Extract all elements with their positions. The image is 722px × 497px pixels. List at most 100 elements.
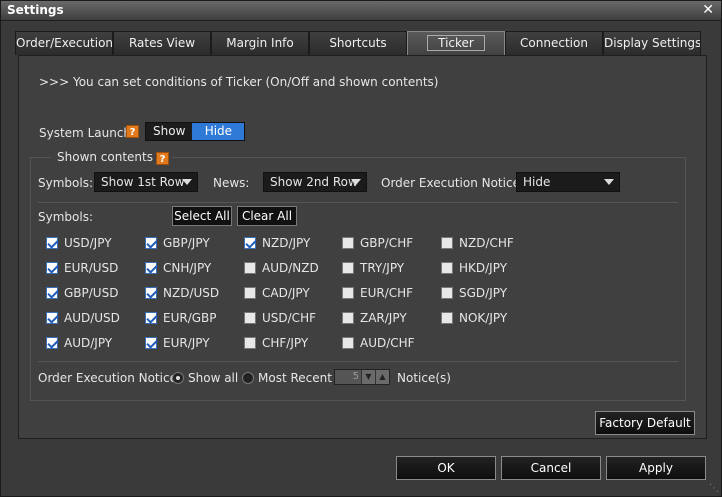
symbol-checkbox[interactable]: EUR/CHF	[342, 286, 413, 302]
tab-rates-view[interactable]: Rates View	[113, 31, 211, 55]
symbol-label: ZAR/JPY	[360, 311, 407, 325]
system-launch-label: System Launch:	[39, 126, 136, 140]
checkbox-unchecked-icon	[342, 262, 354, 274]
symbol-checkbox[interactable]: CHF/JPY	[244, 336, 308, 352]
checkbox-checked-icon	[46, 237, 58, 249]
tab-order-execution[interactable]: Order/Execution	[15, 31, 113, 55]
ok-button[interactable]: OK	[396, 456, 496, 480]
shown-contents-group: Shown contents ? Symbols: Show 1st Row N…	[30, 150, 686, 401]
close-icon[interactable]: ✕	[702, 2, 714, 18]
checkbox-unchecked-icon	[244, 287, 256, 299]
checkbox-unchecked-icon	[441, 237, 453, 249]
checkbox-unchecked-icon	[441, 312, 453, 324]
checkbox-checked-icon	[46, 287, 58, 299]
symbol-checkbox[interactable]: CAD/JPY	[244, 286, 310, 302]
symbol-label: AUD/JPY	[64, 336, 113, 350]
checkbox-checked-icon	[145, 287, 157, 299]
symbol-label: USD/JPY	[64, 236, 112, 250]
symbol-checkbox[interactable]: EUR/GBP	[145, 311, 217, 327]
symbol-checkbox[interactable]: GBP/JPY	[145, 236, 210, 252]
symbol-checkbox[interactable]: AUD/USD	[46, 311, 120, 327]
clear-all-button[interactable]: Clear All	[237, 206, 297, 226]
resize-grip-icon[interactable]: ⋱	[709, 483, 719, 494]
title-bar[interactable]: Settings ✕	[1, 1, 721, 21]
symbols-list-label: Symbols:	[38, 210, 93, 224]
tab-shortcuts[interactable]: Shortcuts	[309, 31, 407, 55]
symbol-checkbox[interactable]: NZD/JPY	[244, 236, 310, 252]
symbol-checkbox[interactable]: HKD/JPY	[441, 261, 507, 277]
launch-show-option[interactable]: Show	[146, 123, 193, 140]
window-title: Settings	[7, 3, 64, 17]
notice-count-value: 5	[335, 370, 361, 384]
symbols-row-dropdown[interactable]: Show 1st Row	[94, 172, 198, 192]
tab-display-settings[interactable]: Display Settings	[603, 31, 701, 55]
order-notice-dropdown[interactable]: Hide	[516, 172, 620, 192]
symbol-checkbox[interactable]: NOK/JPY	[441, 311, 507, 327]
symbol-label: CNH/JPY	[163, 261, 212, 275]
help-icon[interactable]: ?	[126, 125, 139, 138]
factory-default-button[interactable]: Factory Default	[595, 411, 695, 435]
apply-button[interactable]: Apply	[606, 456, 706, 480]
tab-connection[interactable]: Connection	[505, 31, 603, 55]
symbol-checkbox[interactable]: GBP/USD	[46, 286, 118, 302]
symbol-checkbox[interactable]: EUR/JPY	[145, 336, 210, 352]
news-row-value: Show 2nd Row	[270, 175, 358, 189]
most-recent-radio[interactable]: Most Recent	[242, 371, 332, 385]
symbol-checkbox[interactable]: AUD/NZD	[244, 261, 319, 277]
symbol-checkbox[interactable]: SGD/JPY	[441, 286, 507, 302]
symbol-checkbox[interactable]: USD/CHF	[244, 311, 316, 327]
notice-count-stepper[interactable]: 5 ▼ ▲	[334, 369, 390, 385]
symbol-checkbox[interactable]: NZD/CHF	[441, 236, 514, 252]
chevron-down-icon	[351, 179, 361, 185]
symbol-checkbox[interactable]: USD/JPY	[46, 236, 112, 252]
chevron-down-icon[interactable]: ▼	[361, 370, 375, 384]
ticker-panel: >>> You can set conditions of Ticker (On…	[18, 55, 707, 439]
symbols-row-value: Show 1st Row	[101, 175, 185, 189]
symbol-checkbox[interactable]: AUD/CHF	[342, 336, 415, 352]
intro-text: >>> You can set conditions of Ticker (On…	[39, 75, 439, 89]
checkbox-unchecked-icon	[342, 312, 354, 324]
checkbox-unchecked-icon	[441, 287, 453, 299]
symbol-checkbox[interactable]: EUR/USD	[46, 261, 118, 277]
chevron-down-icon	[182, 179, 192, 185]
symbol-checkbox[interactable]: CNH/JPY	[145, 261, 211, 277]
chevron-up-icon[interactable]: ▲	[375, 370, 389, 384]
symbol-checkbox[interactable]: TRY/JPY	[342, 261, 404, 277]
symbol-label: NOK/JPY	[459, 311, 508, 325]
select-all-button[interactable]: Select All	[172, 206, 232, 226]
news-label: News:	[213, 176, 250, 190]
symbol-label: HKD/JPY	[459, 261, 508, 275]
show-all-radio[interactable]: Show all	[172, 371, 238, 385]
symbol-checkbox[interactable]: NZD/USD	[145, 286, 219, 302]
news-row-dropdown[interactable]: Show 2nd Row	[263, 172, 367, 192]
system-launch-toggle: Show Hide	[145, 122, 246, 141]
symbol-label: NZD/JPY	[262, 236, 311, 250]
help-icon[interactable]: ?	[156, 152, 169, 165]
symbol-label: NZD/CHF	[459, 236, 514, 250]
checkbox-checked-icon	[145, 262, 157, 274]
symbol-checkbox[interactable]: ZAR/JPY	[342, 311, 407, 327]
checkbox-unchecked-icon	[244, 337, 256, 349]
checkbox-checked-icon	[46, 337, 58, 349]
tab-margin-info[interactable]: Margin Info	[211, 31, 309, 55]
cancel-button[interactable]: Cancel	[501, 456, 601, 480]
checkbox-unchecked-icon	[244, 312, 256, 324]
symbol-label: EUR/USD	[64, 261, 119, 275]
radio-selected-icon	[172, 372, 184, 384]
symbol-label: SGD/JPY	[459, 286, 508, 300]
symbol-label: GBP/USD	[64, 286, 119, 300]
symbol-label: TRY/JPY	[360, 261, 405, 275]
symbol-label: AUD/USD	[64, 311, 120, 325]
checkbox-checked-icon	[145, 312, 157, 324]
symbol-checkbox[interactable]: AUD/JPY	[46, 336, 112, 352]
symbol-label: CHF/JPY	[262, 336, 309, 350]
launch-hide-option[interactable]: Hide	[192, 123, 245, 140]
order-notice-label: Order Execution Notice:	[381, 176, 524, 190]
symbol-label: GBP/JPY	[163, 236, 210, 250]
tab-ticker[interactable]: Ticker	[407, 31, 505, 55]
checkbox-checked-icon	[46, 312, 58, 324]
notice-mode-label: Order Execution Notice:	[38, 371, 181, 385]
settings-window: Settings ✕ Order/Execution Rates View Ma…	[0, 0, 722, 497]
tab-bar: Order/Execution Rates View Margin Info S…	[15, 31, 709, 55]
symbol-checkbox[interactable]: GBP/CHF	[342, 236, 413, 252]
